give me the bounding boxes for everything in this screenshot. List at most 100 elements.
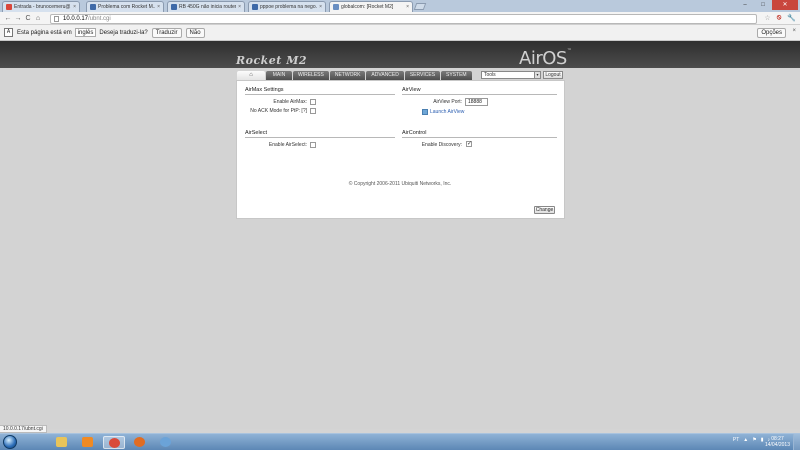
launch-airview-link[interactable]: Launch AirView: [430, 109, 464, 115]
window-controls: – □ ✕: [736, 0, 798, 10]
address-bar[interactable]: 10.0.0.17/ubnt.cgi: [50, 14, 757, 24]
app-icon: [160, 437, 171, 447]
firefox-icon: [134, 437, 145, 447]
windows-taskbar: PT ▲ ⚑ ▮ ♪ 08:27 14/04/2013: [0, 433, 800, 450]
browser-tab-active[interactable]: globalcom: [Rocket M2] ×: [329, 1, 413, 12]
browser-tab[interactable]: Entrada - brunocemeru@... ×: [2, 1, 80, 12]
blocked-content-icon[interactable]: ⦸: [777, 14, 782, 22]
enable-airmax-checkbox[interactable]: [310, 99, 316, 105]
maximize-button[interactable]: □: [754, 0, 772, 10]
language-select[interactable]: inglês: [74, 28, 97, 37]
tools-select[interactable]: Tools ▾: [481, 71, 541, 79]
close-window-button[interactable]: ✕: [772, 0, 798, 10]
taskbar-app[interactable]: [155, 436, 177, 449]
no-ack-label: No ACK Mode for PtP: [?]: [250, 108, 307, 114]
browser-toolbar: ← → C ⌂ 10.0.0.17/ubnt.cgi ☆ ⦸ 🔧: [0, 12, 800, 25]
browser-tab[interactable]: RB 450G não inicia routeros ×: [167, 1, 245, 12]
show-desktop-button[interactable]: [793, 434, 800, 450]
airview-section-title: AirView: [402, 87, 421, 93]
airos-logo: AirOS™: [519, 48, 572, 69]
trademark-mark: ™: [566, 48, 572, 54]
tab-ubiquiti-home[interactable]: ⌂: [237, 71, 265, 80]
translate-button[interactable]: Traduzir: [151, 27, 182, 38]
tab-close-icon[interactable]: ×: [238, 4, 241, 10]
tab-main[interactable]: MAIN: [266, 71, 292, 80]
tray-expand-icon[interactable]: ▲: [743, 437, 748, 443]
enable-discovery-checkbox[interactable]: ✓: [466, 141, 472, 147]
enable-discovery-label: Enable Discovery:: [421, 142, 462, 148]
network-icon[interactable]: ▮: [761, 437, 764, 443]
section-divider: [245, 94, 395, 95]
page-icon: [54, 16, 59, 22]
section-divider: [402, 94, 557, 95]
page-favicon-icon: [90, 4, 96, 10]
translate-question: Deseja traduzi-la?: [99, 29, 148, 36]
tab-close-icon[interactable]: ×: [157, 4, 160, 10]
airmax-section-title: AirMax Settings: [245, 87, 284, 93]
chrome-icon: [109, 438, 120, 448]
page-viewport: Rocket M2 AirOS™ ⌂ MAIN WIRELESS NETWORK…: [0, 41, 800, 429]
taskbar-chrome[interactable]: [103, 436, 125, 449]
tab-label: globalcom: [Rocket M2]: [341, 4, 394, 10]
back-button[interactable]: ←: [3, 15, 13, 22]
aircontrol-section-title: AirControl: [402, 130, 427, 136]
close-infobar-icon[interactable]: ×: [792, 28, 796, 34]
start-button-icon[interactable]: [3, 435, 17, 449]
section-divider: [245, 137, 395, 138]
media-player-icon: [82, 437, 93, 447]
translate-prefix: Esta página está em: [17, 29, 72, 36]
no-ack-checkbox[interactable]: [310, 108, 316, 114]
wrench-menu-icon[interactable]: 🔧: [787, 14, 796, 22]
page-favicon-icon: [333, 4, 339, 10]
tab-label: RB 450G não inicia routeros: [179, 4, 237, 10]
tab-advanced[interactable]: ADVANCED: [366, 71, 404, 80]
clock-date: 14/04/2013: [764, 442, 790, 448]
chevron-down-icon: ▾: [534, 72, 540, 78]
forward-button[interactable]: →: [13, 15, 23, 22]
home-button[interactable]: ⌂: [33, 15, 43, 22]
tab-label: Problema com Rocket M...: [98, 4, 156, 10]
browser-tab[interactable]: Problema com Rocket M... ×: [86, 1, 164, 12]
reload-button[interactable]: C: [23, 15, 33, 22]
language-indicator[interactable]: PT: [733, 437, 739, 443]
tab-label: Entrada - brunocemeru@...: [14, 4, 72, 10]
translate-infobar: A Esta página está em inglês Deseja trad…: [0, 25, 800, 41]
tab-close-icon[interactable]: ×: [406, 4, 409, 10]
airview-port-label: AirView Port:: [433, 99, 462, 105]
section-divider: [402, 137, 557, 138]
change-button[interactable]: Change: [534, 206, 555, 214]
airos-nav-tabs: ⌂ MAIN WIRELESS NETWORK ADVANCED SERVICE…: [237, 71, 472, 80]
airselect-section-title: AirSelect: [245, 130, 268, 136]
bookmark-star-icon[interactable]: ☆: [764, 14, 770, 22]
folder-icon: [56, 437, 67, 447]
airview-launch-icon[interactable]: [422, 109, 428, 115]
tab-close-icon[interactable]: ×: [319, 4, 322, 10]
logout-button[interactable]: Logout: [543, 71, 563, 79]
tab-label: pppoe problema na nego...: [260, 4, 318, 10]
tab-close-icon[interactable]: ×: [73, 4, 76, 10]
minimize-button[interactable]: –: [736, 0, 754, 10]
status-url: 10.0.0.17/ubnt.cgi: [0, 425, 47, 433]
airos-logo-text: AirOS: [519, 48, 567, 69]
address-domain: 10.0.0.17: [63, 16, 89, 22]
gmail-favicon-icon: [6, 4, 12, 10]
tab-wireless[interactable]: WIRELESS: [293, 71, 329, 80]
taskbar-firefox[interactable]: [129, 436, 151, 449]
tab-network[interactable]: NETWORK: [329, 71, 366, 80]
tab-system[interactable]: SYSTEM: [441, 71, 472, 80]
taskbar-clock[interactable]: 08:27 14/04/2013: [765, 436, 790, 448]
enable-airselect-checkbox[interactable]: [310, 142, 316, 148]
airos-header: [0, 41, 800, 68]
page-favicon-icon: [171, 4, 177, 10]
translate-options-button[interactable]: Opções: [757, 28, 786, 38]
taskbar-explorer[interactable]: [51, 436, 73, 449]
browser-tab[interactable]: pppoe problema na nego... ×: [248, 1, 326, 12]
no-translate-button[interactable]: Não: [185, 27, 205, 38]
airview-port-input[interactable]: 18888: [465, 98, 488, 106]
action-center-icon[interactable]: ⚑: [752, 437, 756, 443]
tab-services[interactable]: SERVICES: [404, 71, 441, 80]
taskbar-media-player[interactable]: [77, 436, 99, 449]
new-tab-button[interactable]: [413, 3, 427, 10]
rocket-m2-logo: Rocket M2: [236, 54, 308, 67]
copyright-text: © Copyright 2006-2011 Ubiquiti Networks,…: [348, 181, 452, 187]
